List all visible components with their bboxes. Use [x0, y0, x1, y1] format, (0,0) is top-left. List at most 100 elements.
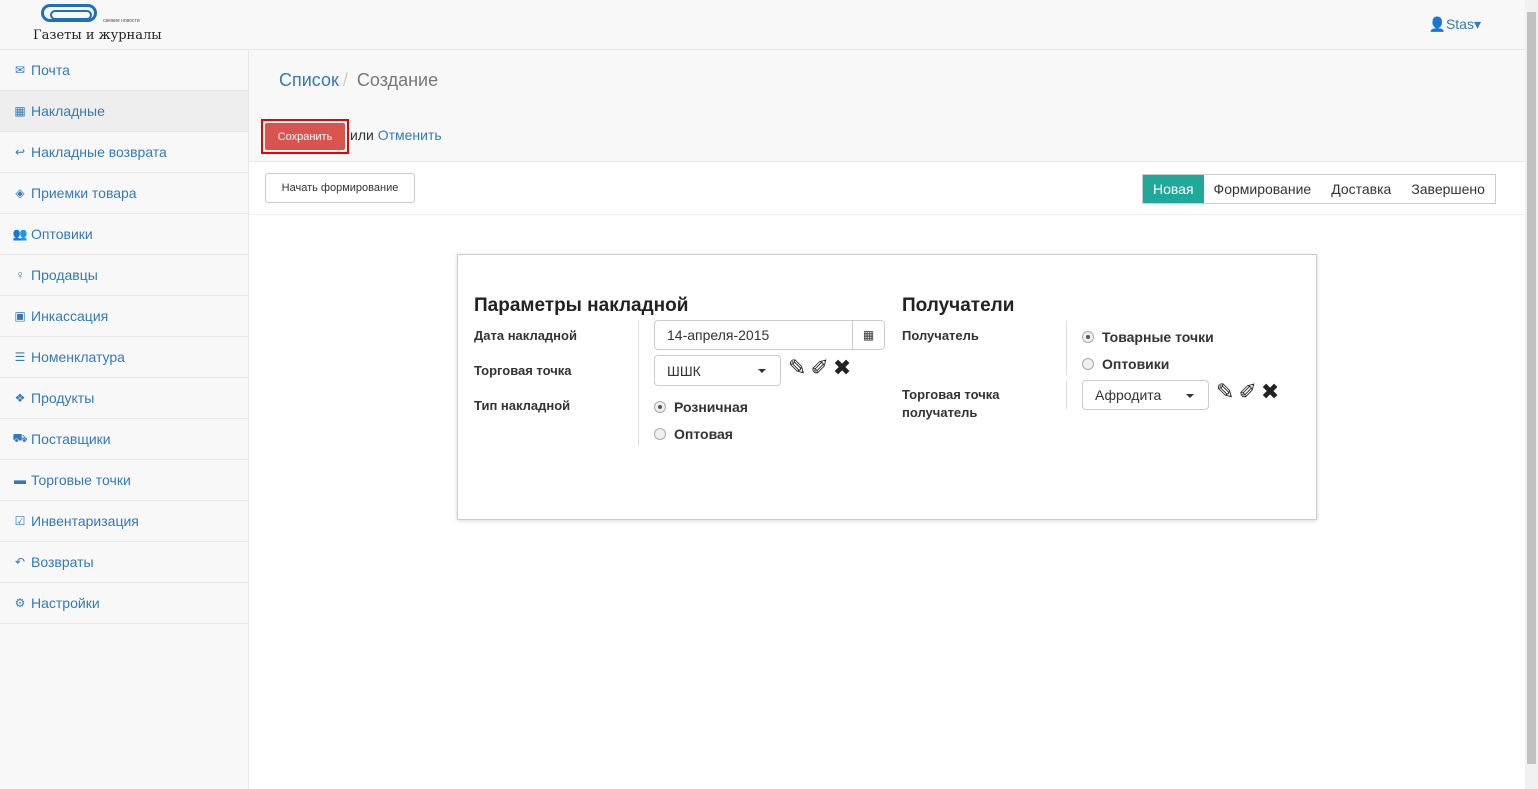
sidebar-item[interactable]: ⛟ Поставщики: [0, 419, 248, 460]
sidebar-item[interactable]: ⚙ Настройки: [0, 583, 248, 624]
cancel-link[interactable]: Отменить: [378, 127, 442, 143]
check-square-icon: ☑: [14, 514, 26, 528]
recipient-label: Получатель: [902, 328, 979, 343]
scrollbar[interactable]: [1525, 0, 1538, 789]
divider: [1066, 321, 1067, 375]
date-input[interactable]: 14-апреля-2015 ▦: [654, 320, 885, 350]
sidebar-item[interactable]: ▬ Торговые точки: [0, 460, 248, 501]
type-wholesale-radio[interactable]: Оптовая: [654, 426, 733, 442]
status-tabs: Новая Формирование Доставка Завершено: [1142, 174, 1496, 204]
breadcrumb-list-link[interactable]: Список: [279, 70, 339, 90]
user-icon: 👤: [1428, 16, 1446, 32]
sidebar-item[interactable]: 👥 Оптовики: [0, 214, 248, 255]
pencil-icon[interactable]: ✎: [1216, 379, 1234, 405]
sidebar-item-label: Оптовики: [31, 226, 93, 242]
edit-icon[interactable]: ✐: [810, 355, 828, 381]
reply-icon: ↩: [14, 145, 26, 159]
recipient-point-select[interactable]: Афродита: [1082, 380, 1209, 410]
sidebar-item-label: Продукты: [31, 390, 95, 406]
sidebar-item[interactable]: ↩ Накладные возврата: [0, 132, 248, 173]
or-text: или: [350, 127, 374, 143]
logo-text: Газеты и журналы: [33, 28, 162, 43]
type-label: Тип накладной: [474, 398, 571, 413]
tab-delivery[interactable]: Доставка: [1321, 175, 1401, 203]
sidebar-item[interactable]: ↶ Возвраты: [0, 542, 248, 583]
recipient-wholesale-radio[interactable]: Оптовики: [1082, 356, 1169, 372]
money-icon: ▣: [14, 309, 26, 323]
radio-label: Оптовики: [1102, 356, 1170, 372]
sidebar-item[interactable]: ◈ Приемки товара: [0, 173, 248, 214]
params-title: Параметры накладной: [474, 295, 689, 316]
recipient-points-radio[interactable]: Товарные точки: [1082, 329, 1214, 345]
paperclip-icon: [41, 4, 97, 22]
trade-point-value: ШШК: [667, 362, 701, 379]
tab-new[interactable]: Новая: [1143, 175, 1204, 203]
recipient-point-label: Торговая точка получатель: [902, 387, 1000, 420]
edit-icon[interactable]: ✐: [1238, 379, 1256, 405]
radio-label: Розничная: [674, 399, 748, 415]
radio-checked: [1082, 331, 1094, 343]
radio-label: Оптовая: [674, 426, 733, 442]
divider: [638, 321, 639, 445]
date-value: 14-апреля-2015: [667, 327, 770, 343]
trade-point-select[interactable]: ШШК: [654, 355, 781, 386]
reply-all-icon: ↶: [14, 555, 26, 569]
type-retail-radio[interactable]: Розничная: [654, 399, 748, 415]
close-icon[interactable]: ✖: [833, 355, 851, 381]
logo-tagline: свежие новости: [103, 18, 140, 24]
sidebar-item-label: Инвентаризация: [31, 513, 139, 529]
caret-down-icon: [758, 369, 766, 373]
start-forming-button[interactable]: Начать формирование: [265, 173, 415, 203]
sidebar-item-label: Настройки: [31, 595, 100, 611]
sidebar-item-label: Накладные возврата: [31, 144, 167, 160]
user-menu[interactable]: 👤Stas▾: [1429, 16, 1481, 33]
radio-unchecked: [654, 428, 666, 440]
sidebar-item-label: Поставщики: [31, 431, 111, 447]
save-button-label: Сохранить: [265, 123, 345, 150]
envelope-icon: ✉: [14, 63, 26, 77]
archive-icon: ▬: [14, 473, 26, 487]
close-icon[interactable]: ✖: [1261, 379, 1279, 405]
cogs-icon: ⚙: [14, 596, 26, 610]
recipients-title: Получатели: [902, 295, 1015, 316]
sidebar-item[interactable]: ▣ Инкассация: [0, 296, 248, 337]
sidebar-item-label: Торговые точки: [31, 472, 131, 488]
tab-forming[interactable]: Формирование: [1204, 175, 1322, 203]
divider: [1066, 381, 1067, 409]
radio-checked: [654, 401, 666, 413]
truck-icon: ⛟: [12, 431, 28, 445]
sidebar-item-label: Накладные: [31, 103, 105, 119]
scrollbar-thumb[interactable]: [1527, 12, 1536, 764]
users-icon: 👥: [12, 227, 28, 241]
tab-completed[interactable]: Завершено: [1401, 175, 1495, 203]
sidebar-item-label: Продавцы: [31, 267, 98, 283]
sidebar-item[interactable]: ☰ Номенклатура: [0, 337, 248, 378]
breadcrumb-separator: /: [342, 70, 348, 90]
sidebar-item[interactable]: ♀ Продавцы: [0, 255, 248, 296]
sidebar-item-label: Инкассация: [31, 308, 109, 324]
radio-unchecked: [1082, 358, 1094, 370]
sidebar: ✉ Почта ▦ Накладные ↩ Накладные возврата ◈ Прие…: [0, 50, 249, 789]
save-button[interactable]: Сохранить: [261, 119, 349, 154]
sidebar-item-label: Возвраты: [31, 554, 94, 570]
sidebar-item-label: Номенклатура: [31, 349, 125, 365]
bars-icon: ☰: [14, 350, 26, 364]
sidebar-item[interactable]: ❖ Продукты: [0, 378, 248, 419]
invoice-form-panel: Параметры накладной Дата накладной 14-ап…: [457, 254, 1317, 520]
sidebar-item[interactable]: ✉ Почта: [0, 50, 248, 91]
pencil-icon[interactable]: ✎: [788, 355, 806, 381]
trade-point-label: Торговая точка: [474, 363, 572, 378]
female-icon: ♀: [15, 268, 25, 282]
breadcrumb-current: Создание: [356, 70, 439, 90]
divider: [249, 214, 1525, 215]
logo[interactable]: свежие новости Газеты и журналы: [33, 3, 163, 45]
cube-icon: ◈: [15, 186, 25, 200]
calendar-icon[interactable]: ▦: [852, 321, 884, 349]
sidebar-item[interactable]: ☑ Инвентаризация: [0, 501, 248, 542]
caret-down-icon: ▾: [1473, 16, 1481, 32]
sidebar-item-label: Почта: [31, 62, 70, 78]
sidebar-item-label: Приемки товара: [31, 185, 137, 201]
sidebar-item[interactable]: ▦ Накладные: [0, 91, 248, 132]
breadcrumb: Список / Создание: [279, 70, 438, 91]
page-header: Список / Создание Сохранить или Отменить: [249, 50, 1525, 162]
